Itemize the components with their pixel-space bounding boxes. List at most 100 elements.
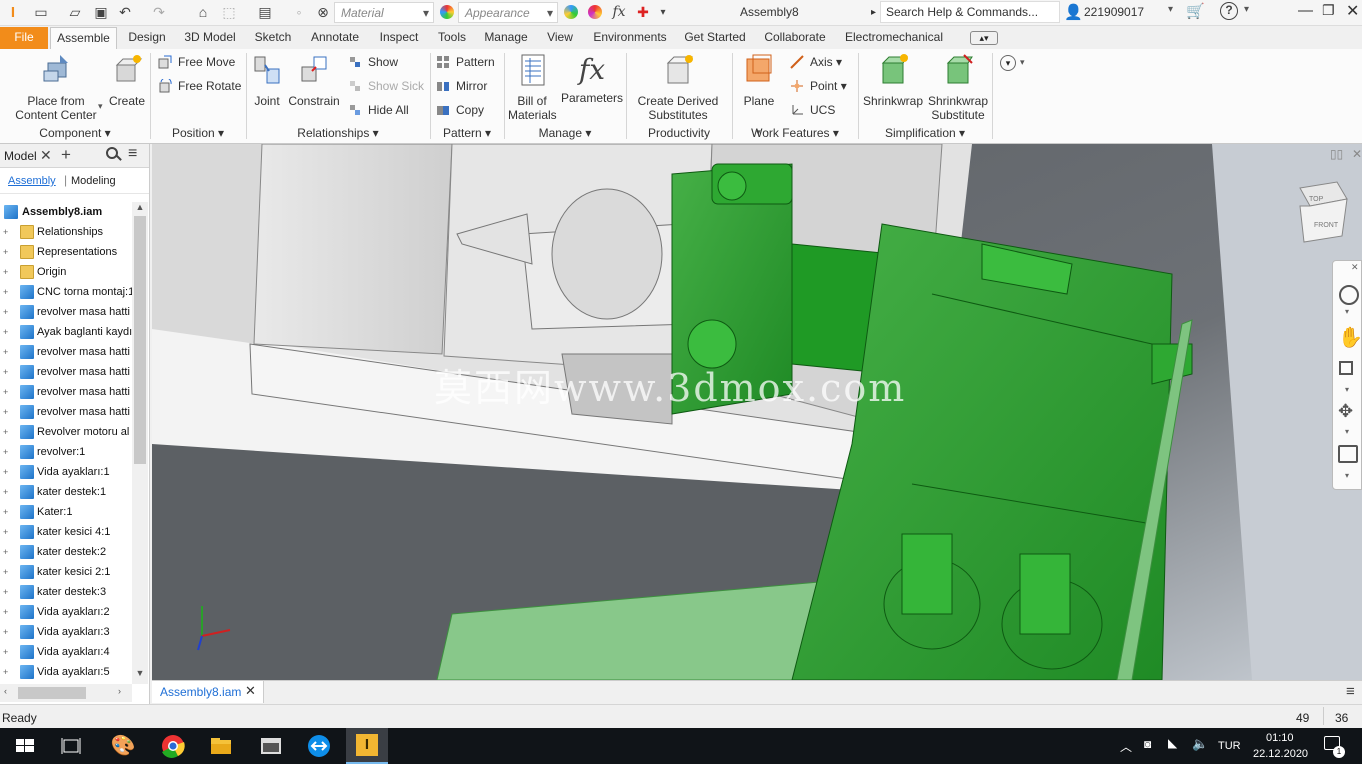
user-icon[interactable]: 👤: [1064, 3, 1083, 21]
user-name[interactable]: 221909017: [1084, 5, 1144, 19]
expand-icon[interactable]: +: [3, 568, 11, 577]
tree-node[interactable]: + Kater:1: [0, 502, 132, 522]
tab-modeling[interactable]: Modeling: [71, 175, 116, 187]
add-browser-icon[interactable]: +: [61, 145, 71, 165]
update-icon[interactable]: ▤: [256, 3, 274, 21]
expand-icon[interactable]: +: [3, 388, 11, 397]
tree-node[interactable]: + revolver masa hatti: [0, 342, 132, 362]
tree-node[interactable]: + kater kesici 2:1: [0, 562, 132, 582]
tree-node[interactable]: + Vida ayakları:4: [0, 642, 132, 662]
tab-view[interactable]: View: [542, 27, 578, 49]
orbit-icon[interactable]: ✥: [1338, 401, 1353, 422]
measure-icon[interactable]: ◦: [290, 3, 308, 21]
tree-node[interactable]: + Representations: [0, 242, 132, 262]
expand-icon[interactable]: +: [3, 528, 11, 537]
viewcube-top[interactable]: TOP: [1309, 196, 1323, 203]
expand-icon[interactable]: +: [3, 448, 11, 457]
clock-time[interactable]: 01:10: [1266, 732, 1294, 744]
steering-wheel-icon[interactable]: [1339, 285, 1359, 305]
zoom-window-icon[interactable]: [1339, 361, 1353, 375]
browser-scrollbar[interactable]: ▲ ▼: [132, 202, 148, 684]
browser-hscrollbar[interactable]: ‹ ›: [0, 684, 132, 702]
expand-icon[interactable]: +: [3, 628, 11, 637]
panel-manage[interactable]: Manage ▾: [504, 124, 626, 142]
expand-icon[interactable]: +: [3, 368, 11, 377]
home-icon[interactable]: ⌂: [194, 3, 212, 21]
expand-icon[interactable]: +: [3, 548, 11, 557]
point-button[interactable]: Point ▾: [788, 77, 847, 95]
expand-icon[interactable]: +: [3, 268, 11, 277]
create-derived-substitutes-button[interactable]: Create Derived Substitutes: [632, 53, 724, 122]
tab-collaborate[interactable]: Collaborate: [758, 27, 832, 49]
material-icon[interactable]: ⊗: [314, 3, 332, 21]
expand-icon[interactable]: +: [3, 468, 11, 477]
tree-node[interactable]: + Vida ayakları:2: [0, 602, 132, 622]
task-view-icon[interactable]: [56, 732, 86, 760]
tab-electromechanical[interactable]: Electromechanical: [840, 27, 948, 49]
panel-productivity[interactable]: Productivity: [626, 124, 732, 142]
panel-position[interactable]: Position ▾: [150, 124, 246, 142]
close-icon[interactable]: ✕: [1351, 262, 1359, 273]
browser-title[interactable]: Model: [4, 149, 37, 163]
axis-button[interactable]: Axis ▾: [788, 53, 842, 71]
graphics-viewport[interactable]: TOP FRONT ▯▯ ✕ 莫西网www.3dmox.com: [152, 144, 1362, 680]
windows-start-icon[interactable]: [10, 732, 40, 760]
panel-pattern[interactable]: Pattern ▾: [430, 124, 504, 142]
shrinkwrap-button[interactable]: Shrinkwrap: [862, 53, 924, 108]
expand-icon[interactable]: +: [3, 348, 11, 357]
scrollbar-thumb[interactable]: [134, 216, 146, 464]
pattern-button[interactable]: Pattern: [434, 53, 495, 71]
tab-annotate[interactable]: Annotate: [304, 27, 366, 49]
tree-node[interactable]: + kater destek:3: [0, 582, 132, 602]
save-icon[interactable]: ▣: [92, 3, 110, 21]
close-icon[interactable]: ✕: [1352, 147, 1362, 161]
tree-node[interactable]: + Relationships: [0, 222, 132, 242]
material-dropdown[interactable]: Material ▾: [334, 2, 434, 23]
tree-node[interactable]: + kater destek:2: [0, 542, 132, 562]
chevron-down-icon[interactable]: ▾: [1345, 427, 1349, 436]
menu-icon[interactable]: ≡: [128, 145, 137, 163]
tree-node[interactable]: + Origin: [0, 262, 132, 282]
chrome-icon[interactable]: [158, 732, 188, 760]
tab-assemble[interactable]: Assemble: [50, 27, 117, 49]
hscrollbar-thumb[interactable]: [18, 687, 86, 699]
bill-of-materials-button[interactable]: Bill of Materials: [508, 53, 557, 122]
tree-node[interactable]: + revolver masa hatti: [0, 402, 132, 422]
panel-work-features[interactable]: Work Features ▾: [732, 124, 858, 142]
appearance-icon[interactable]: [438, 3, 456, 21]
tab-assembly[interactable]: Assembly: [8, 175, 56, 187]
fx-icon[interactable]: fx: [610, 3, 628, 21]
new-file-icon[interactable]: ▭: [32, 3, 50, 21]
search-input[interactable]: Search Help & Commands...: [880, 1, 1060, 23]
mirror-button[interactable]: Mirror: [434, 77, 487, 95]
customize-icon[interactable]: ▾: [654, 3, 672, 21]
plus-icon[interactable]: ✚: [634, 3, 652, 21]
app-icon[interactable]: [256, 732, 286, 760]
chevron-down-icon[interactable]: ▾: [1345, 307, 1349, 316]
pan-icon[interactable]: ✋: [1338, 325, 1362, 350]
tree-node[interactable]: + Revolver motoru al: [0, 422, 132, 442]
tab-inspect[interactable]: Inspect: [373, 27, 425, 49]
panel-relationships[interactable]: Relationships ▾: [246, 124, 430, 142]
cart-icon[interactable]: 🛒: [1186, 2, 1205, 20]
expand-icon[interactable]: +: [3, 428, 11, 437]
tree-node[interactable]: + revolver masa hatti: [0, 302, 132, 322]
tree-node[interactable]: + Ayak baglanti kaydı: [0, 322, 132, 342]
chevron-up-icon[interactable]: ︿: [1120, 738, 1132, 755]
file-explorer-icon[interactable]: [206, 732, 236, 760]
constrain-button[interactable]: Constrain: [286, 53, 342, 108]
look-at-icon[interactable]: [1338, 445, 1358, 463]
parameters-button[interactable]: fx Parameters: [560, 53, 624, 105]
close-icon[interactable]: ✕: [245, 683, 256, 699]
document-tab-assembly8[interactable]: Assembly8.iam ✕: [152, 681, 264, 703]
tree-node[interactable]: + CNC torna montaj:1: [0, 282, 132, 302]
joint-button[interactable]: Joint: [250, 53, 284, 108]
viewcube-front[interactable]: FRONT: [1314, 222, 1338, 229]
expand-icon[interactable]: +: [3, 588, 11, 597]
clear-icon[interactable]: [586, 3, 604, 21]
expand-icon[interactable]: +: [3, 308, 11, 317]
tab-file[interactable]: File: [0, 27, 48, 49]
ucs-button[interactable]: UCS: [788, 101, 835, 119]
chevron-down-icon[interactable]: ▾: [1168, 4, 1173, 15]
tab-sketch[interactable]: Sketch: [249, 27, 297, 49]
